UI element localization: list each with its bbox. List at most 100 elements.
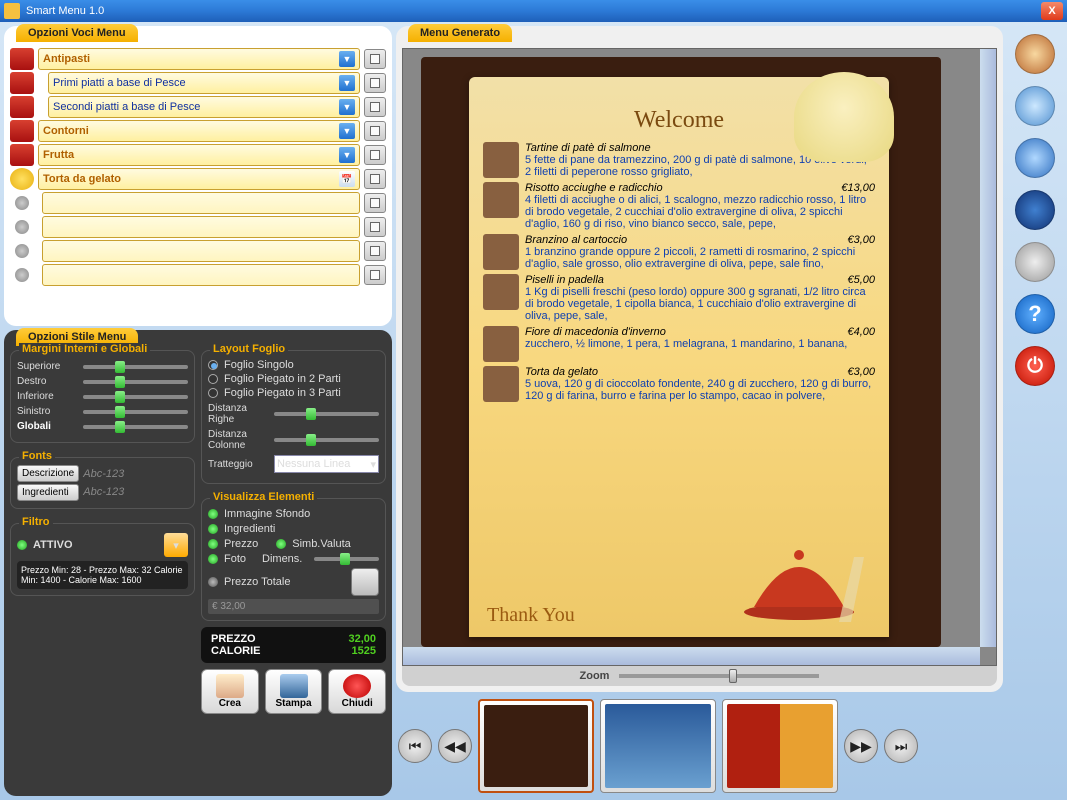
layout-radio[interactable]: Foglio Piegato in 3 Parti <box>208 387 379 399</box>
dice-icon <box>10 96 34 118</box>
vis-toggle[interactable]: Ingredienti <box>208 523 379 535</box>
next-button[interactable]: ▶▶ <box>844 729 878 763</box>
category-select[interactable]: Secondi piatti a base di Pesce▼ <box>48 96 360 118</box>
row-checkbox[interactable] <box>364 97 386 117</box>
menu-preview-item: Branzino al cartoccio€3,001 branzino gra… <box>483 234 875 270</box>
led-icon <box>208 509 218 519</box>
row-checkbox[interactable] <box>364 73 386 93</box>
dish-thumb <box>483 234 519 270</box>
totals-box: PREZZO32,00 CALORIE1525 <box>201 627 386 663</box>
menu-item-row <box>10 192 386 214</box>
row-checkbox[interactable] <box>364 169 386 189</box>
chiudi-button[interactable]: Chiudi <box>328 669 386 714</box>
vis-toggle[interactable]: FotoDimens. <box>208 553 379 565</box>
monitor-icon[interactable] <box>1015 190 1055 230</box>
power-icon[interactable]: ⏻ <box>1015 346 1055 386</box>
margin-destro-slider[interactable] <box>83 380 188 384</box>
menu-preview-item: Piselli in padella€5,001 Kg di piselli f… <box>483 274 875 322</box>
category-select[interactable] <box>42 264 360 286</box>
chevron-down-icon: ▼ <box>339 99 355 115</box>
category-select[interactable]: Frutta▼ <box>38 144 360 166</box>
menu-items-tab: Opzioni Voci Menu <box>16 24 138 42</box>
preview-scroll[interactable]: Welcome Tartine di patè di salmone€4,005… <box>402 48 997 666</box>
margin-inferiore-slider[interactable] <box>83 395 188 399</box>
row-checkbox[interactable] <box>364 217 386 237</box>
led-icon <box>276 539 286 549</box>
led-icon <box>208 524 218 534</box>
prezzo-totale-led[interactable] <box>208 577 218 587</box>
layout-radio[interactable]: Foglio Piegato in 2 Parti <box>208 373 379 385</box>
grid-icon[interactable] <box>351 568 379 596</box>
prev-button[interactable]: ◀◀ <box>438 729 472 763</box>
menu-preview-item: Risotto acciughe e radicchio€13,004 file… <box>483 182 875 230</box>
layout-radio[interactable]: Foglio Singolo <box>208 359 379 371</box>
crea-button[interactable]: Crea <box>201 669 259 714</box>
tools-icon[interactable] <box>1015 242 1055 282</box>
row-checkbox[interactable] <box>364 49 386 69</box>
menu-thank: Thank You <box>487 604 575 627</box>
category-select[interactable]: Primi piatti a base di Pesce▼ <box>48 72 360 94</box>
help-icon[interactable]: ? <box>1015 294 1055 334</box>
row-checkbox[interactable] <box>364 145 386 165</box>
prezzo-totale-value: € 32,00 <box>208 599 379 614</box>
side-toolbar: ? ⏻ <box>1007 26 1063 796</box>
template-thumb-1[interactable] <box>478 699 594 793</box>
vertical-scrollbar[interactable] <box>980 49 996 647</box>
led-icon <box>208 554 218 564</box>
home-icon[interactable] <box>1015 34 1055 74</box>
chevron-down-icon: ▼ <box>339 51 355 67</box>
margins-group: Margini Interni e Globali SuperioreDestr… <box>10 350 195 443</box>
row-checkbox[interactable] <box>364 193 386 213</box>
category-select[interactable] <box>42 192 360 214</box>
horizontal-scrollbar[interactable] <box>403 647 980 665</box>
font-ingredienti-button[interactable]: Ingredienti <box>17 484 79 501</box>
margin-superiore-slider[interactable] <box>83 365 188 369</box>
gray-icon <box>15 196 29 210</box>
window-title: Smart Menu 1.0 <box>26 5 104 17</box>
chevron-down-icon: ▼ <box>339 123 355 139</box>
template-thumbnails: ⏮ ◀◀ ▶▶ ⏭ <box>396 696 1003 796</box>
layout-group: Layout Foglio Foglio SingoloFoglio Piega… <box>201 350 386 484</box>
vis-toggle[interactable]: PrezzoSimb.Valuta <box>208 538 379 550</box>
menu-item-row: Primi piatti a base di Pesce▼ <box>10 72 386 94</box>
margin-globali-slider[interactable] <box>83 425 188 429</box>
menu-page: Welcome Tartine di patè di salmone€4,005… <box>421 57 941 647</box>
tratteggio-select[interactable]: Nessuna Linea▾ <box>274 455 379 473</box>
vis-toggle[interactable]: Immagine Sfondo <box>208 508 379 520</box>
first-button[interactable]: ⏮ <box>398 729 432 763</box>
menu-item-row: Secondi piatti a base di Pesce▼ <box>10 96 386 118</box>
dish-thumb <box>483 366 519 402</box>
menu-item-row: Contorni▼ <box>10 120 386 142</box>
last-button[interactable]: ⏭ <box>884 729 918 763</box>
dice-icon <box>216 674 244 698</box>
calendar-icon[interactable]: 📅 <box>339 171 355 187</box>
category-select[interactable] <box>42 240 360 262</box>
dist-colonne-slider[interactable] <box>274 438 379 442</box>
dish-thumb <box>483 326 519 362</box>
margin-sinistro-slider[interactable] <box>83 410 188 414</box>
list-icon[interactable] <box>1015 86 1055 126</box>
dist-righe-slider[interactable] <box>274 412 379 416</box>
template-thumb-3[interactable] <box>722 699 838 793</box>
category-select[interactable] <box>42 216 360 238</box>
dish-thumb <box>483 274 519 310</box>
filter-stats: Prezzo Min: 28 - Prezzo Max: 32 Calorie … <box>17 561 188 589</box>
radio-icon <box>208 360 218 370</box>
dimens-slider[interactable] <box>314 557 379 561</box>
row-checkbox[interactable] <box>364 121 386 141</box>
chef-hat-icon <box>794 72 894 162</box>
menu-item-row <box>10 216 386 238</box>
close-button[interactable]: X <box>1041 2 1063 20</box>
category-select[interactable]: Antipasti▼ <box>38 48 360 70</box>
row-checkbox[interactable] <box>364 265 386 285</box>
font-descrizione-button[interactable]: Descrizione <box>17 465 79 482</box>
category-select[interactable]: Contorni▼ <box>38 120 360 142</box>
template-thumb-2[interactable] <box>600 699 716 793</box>
stampa-button[interactable]: Stampa <box>265 669 323 714</box>
category-select[interactable]: Torta da gelato📅 <box>38 168 360 190</box>
zoom-slider[interactable] <box>619 674 819 678</box>
folder-icon[interactable] <box>1015 138 1055 178</box>
row-checkbox[interactable] <box>364 241 386 261</box>
funnel-icon[interactable]: ▾ <box>164 533 188 557</box>
radio-icon <box>208 374 218 384</box>
